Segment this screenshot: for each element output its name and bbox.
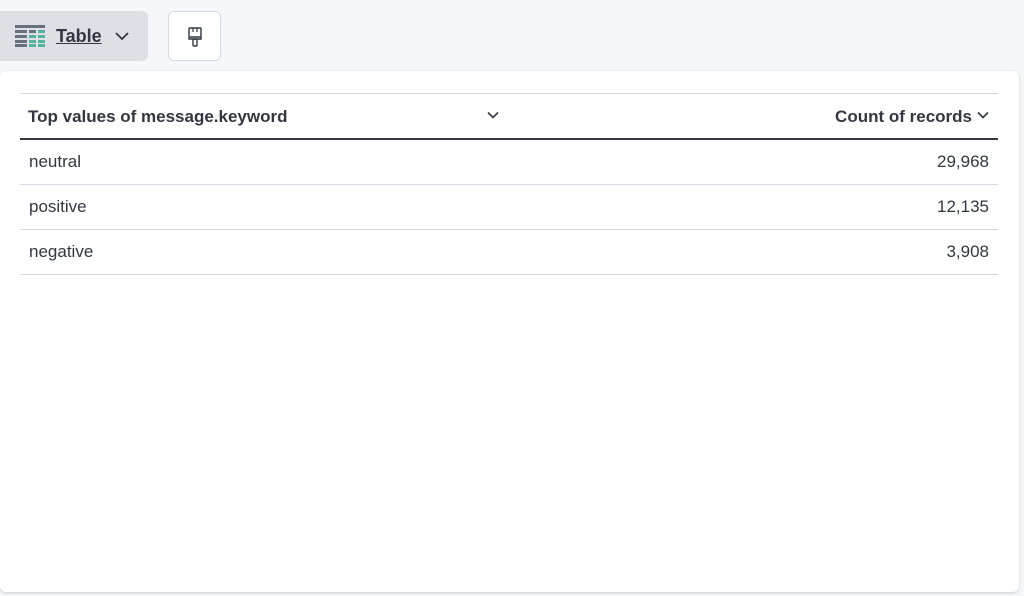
table-row: positive 12,135	[20, 185, 998, 230]
table-cell-value: neutral	[29, 152, 81, 171]
chevron-down-icon[interactable]	[482, 107, 500, 127]
visualization-type-dropdown[interactable]: Table	[0, 11, 148, 61]
table-header: Top values of message.keyword Count of r…	[20, 93, 998, 140]
table-cell-value: positive	[29, 197, 87, 216]
visualization-type-label: Table	[56, 26, 102, 46]
table-cell-count: 12,135	[937, 197, 989, 216]
data-table: Top values of message.keyword Count of r…	[20, 93, 998, 275]
table-row: negative 3,908	[20, 230, 998, 275]
chevron-down-icon	[114, 28, 130, 44]
column-header-label: Top values of message.keyword	[28, 106, 288, 126]
table-cell-count: 3,908	[946, 242, 989, 261]
data-table-panel: Top values of message.keyword Count of r…	[0, 71, 1019, 592]
table-icon	[15, 25, 45, 47]
style-button[interactable]	[168, 11, 221, 61]
column-header-count[interactable]: Count of records	[835, 94, 990, 139]
toolbar: Table	[0, 0, 1024, 70]
table-cell-value: negative	[29, 242, 94, 261]
chevron-down-icon[interactable]	[972, 107, 990, 127]
table-row: neutral 29,968	[20, 140, 998, 185]
table-cell-count: 29,968	[937, 152, 989, 171]
column-header-top-values[interactable]: Top values of message.keyword	[28, 94, 500, 139]
column-header-label: Count of records	[835, 106, 972, 126]
